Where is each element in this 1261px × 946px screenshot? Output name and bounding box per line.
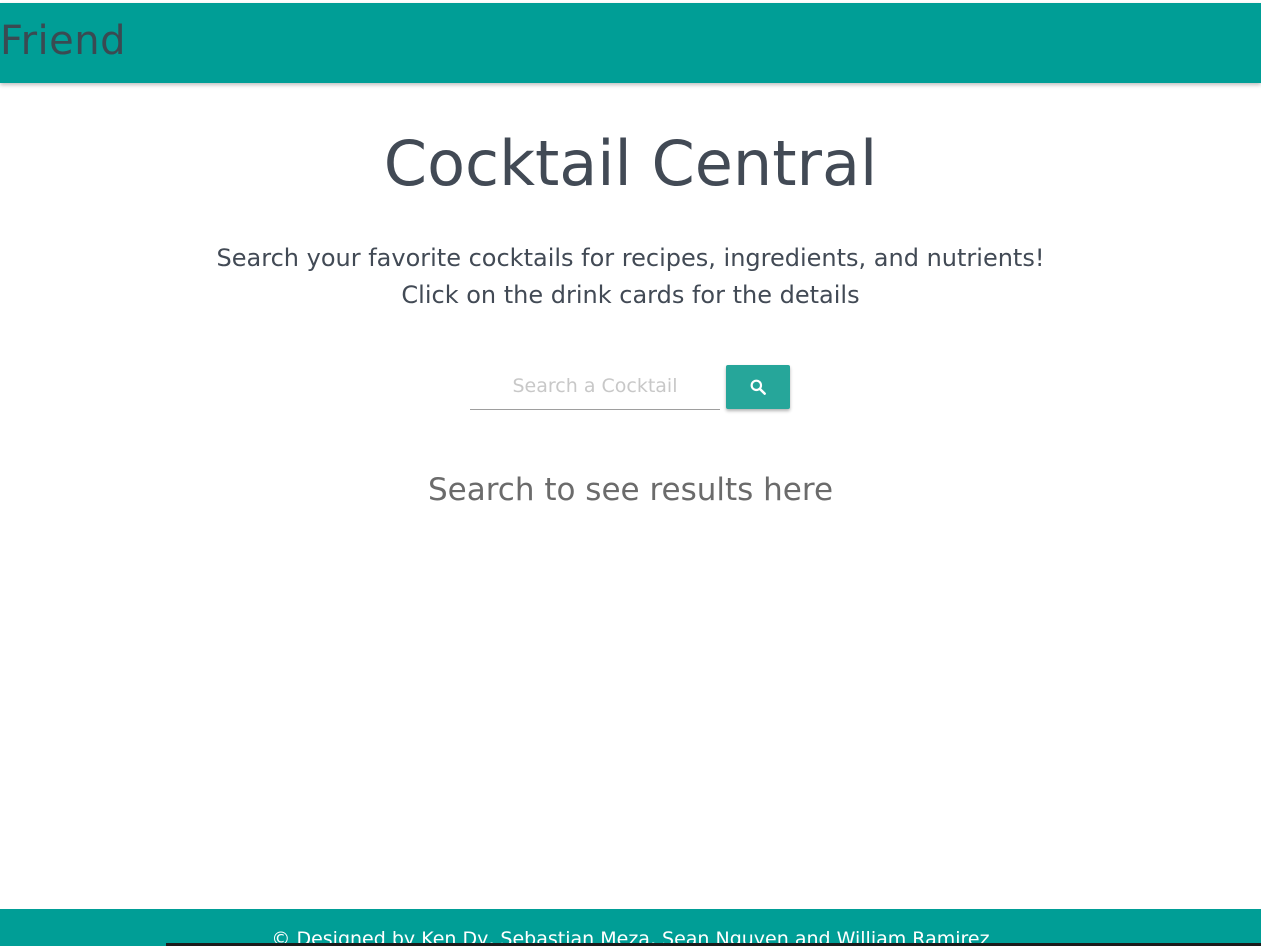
subtitle-line-1: Search your favorite cocktails for recip…	[216, 244, 1045, 272]
cocktail-search-input[interactable]	[470, 362, 720, 410]
page-subtitle: Search your favorite cocktails for recip…	[0, 240, 1261, 314]
search-field-wrapper	[470, 362, 720, 414]
subtitle-line-2: Click on the drink cards for the details	[401, 281, 860, 309]
search-button[interactable]	[726, 365, 790, 409]
brand-logo-link[interactable]: Friend	[0, 19, 126, 63]
navbar: Friend	[0, 3, 1261, 83]
search-icon	[748, 377, 768, 397]
page-title: Cocktail Central	[383, 127, 878, 200]
page: Friend Cocktail Central Search your favo…	[0, 0, 1261, 946]
footer: © Designed by Ken Dy, Sebastian Meza, Se…	[0, 909, 1261, 946]
results-placeholder-text: Search to see results here	[427, 472, 834, 508]
